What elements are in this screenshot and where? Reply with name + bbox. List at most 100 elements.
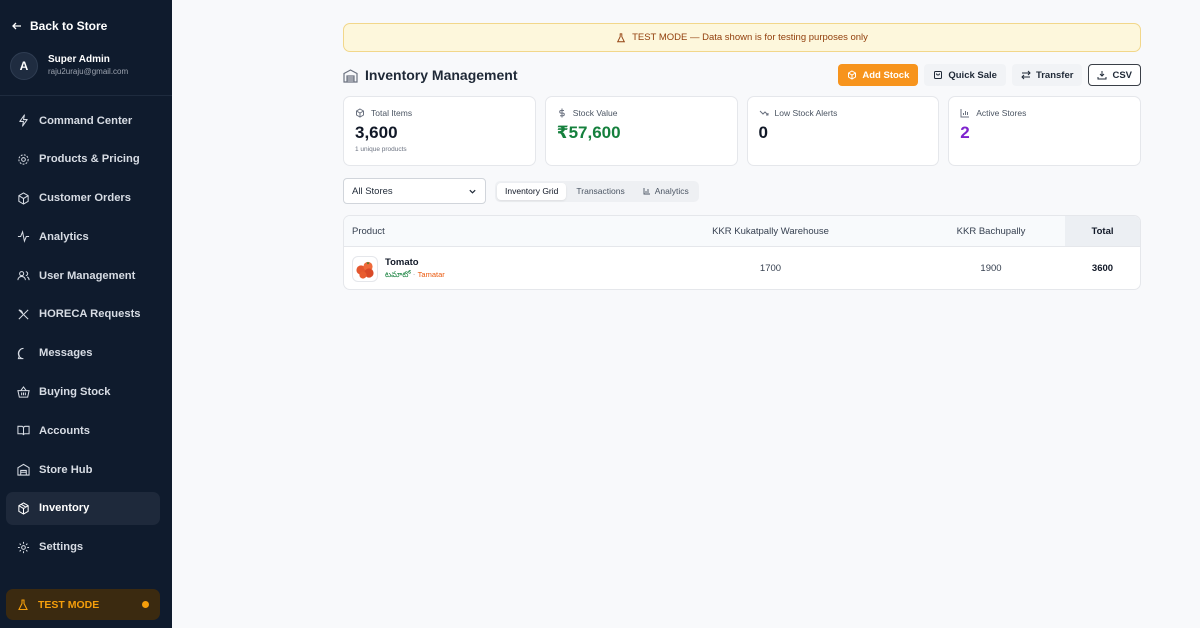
back-to-store-link[interactable]: Back to Store <box>12 17 107 35</box>
sidebar-item-label: Command Center <box>39 114 133 127</box>
stat-label-text: Active Stores <box>976 108 1027 118</box>
sidebar-item-label: Accounts <box>39 424 90 437</box>
page-title-text: Inventory Management <box>365 67 518 83</box>
sidebar-item-label: Inventory <box>39 502 90 515</box>
user-email: raju2uraju@gmail.com <box>48 67 129 76</box>
stat-card-active-stores: Active Stores 2 <box>948 96 1141 166</box>
tab-transactions[interactable]: Transactions <box>568 183 632 200</box>
warehouse-2-qty[interactable]: 1900 <box>917 247 1065 289</box>
transfer-label: Transfer <box>1035 69 1074 81</box>
product-cell: Tomato టమాటో · Tamatar <box>344 247 624 289</box>
gear-icon <box>18 154 29 165</box>
stat-card-stock-value: Stock Value ₹57,600 <box>544 96 738 166</box>
flask-icon <box>617 32 626 42</box>
sidebar-item-label: HORECA Requests <box>39 308 141 321</box>
sidebar-item-inventory[interactable]: Inventory <box>6 491 160 525</box>
cog-icon <box>17 541 30 553</box>
quick-sale-button[interactable]: Quick Sale <box>924 64 1006 86</box>
bar-chart-icon <box>643 188 650 195</box>
inventory-table: Product KKR Kukatpally Warehouse KKR Bac… <box>343 215 1141 290</box>
warehouse-1-qty[interactable]: 1700 <box>624 247 917 289</box>
stat-value: 3,600 <box>355 123 398 142</box>
sidebar-item-user-management[interactable]: User Management <box>6 259 160 292</box>
name-separator: · <box>412 270 416 279</box>
sidebar-item-label: Buying Stock <box>39 386 111 399</box>
filter-bar: All Stores Inventory Grid Transactions A… <box>343 178 699 204</box>
column-header-warehouse-1[interactable]: KKR Kukatpally Warehouse <box>624 216 917 246</box>
book-icon <box>17 426 30 436</box>
warehouse-icon <box>343 68 358 83</box>
sidebar-item-accounts[interactable]: Accounts <box>6 414 160 447</box>
dollar-icon <box>559 108 565 118</box>
product-hindi-name: Tamatar <box>417 270 445 279</box>
tomato-icon <box>356 261 374 279</box>
stat-label-text: Low Stock Alerts <box>774 108 838 118</box>
tab-label: Analytics <box>654 186 689 196</box>
sidebar-divider <box>0 95 172 96</box>
sidebar-item-label: Messages <box>39 347 93 360</box>
tab-label: Inventory Grid <box>505 186 559 196</box>
table-header: Product KKR Kukatpally Warehouse KKR Bac… <box>344 216 1140 247</box>
sidebar-item-command-center[interactable]: Command Center <box>6 104 160 137</box>
sidebar-item-horeca-requests[interactable]: HORECA Requests <box>6 298 160 331</box>
package-icon <box>18 502 29 515</box>
sidebar-item-analytics[interactable]: Analytics <box>6 220 160 253</box>
avatar: A <box>10 52 38 80</box>
arrow-left-icon <box>12 22 21 30</box>
sidebar-item-products-pricing[interactable]: Products & Pricing <box>6 143 160 176</box>
tab-inventory-grid[interactable]: Inventory Grid <box>497 182 567 200</box>
stat-label: Total Items <box>355 108 524 118</box>
sidebar-item-label: Customer Orders <box>39 192 132 205</box>
stat-label: Stock Value <box>557 108 726 118</box>
user-profile: A Super Admin raju2uraju@gmail.com <box>10 52 128 80</box>
csv-export-button[interactable]: CSV <box>1088 64 1141 86</box>
csv-label: CSV <box>1112 69 1132 81</box>
sidebar-item-label: Products & Pricing <box>39 153 140 166</box>
sidebar-item-store-hub[interactable]: Store Hub <box>6 453 160 486</box>
chevron-down-icon <box>469 189 476 194</box>
store-select-value: All Stores <box>352 185 393 197</box>
transfer-button[interactable]: Transfer <box>1011 64 1083 86</box>
sidebar-item-label: User Management <box>39 269 136 282</box>
download-icon <box>1097 71 1107 80</box>
table-row[interactable]: Tomato టమాటో · Tamatar 1700 1900 3600 <box>344 247 1140 289</box>
tab-label: Transactions <box>576 186 625 196</box>
bar-chart-icon <box>960 109 970 118</box>
stat-value: 2 <box>960 123 970 142</box>
stat-value: 0 <box>758 123 768 142</box>
stat-card-low-stock-alerts: Low Stock Alerts 0 <box>746 96 940 166</box>
trending-down-icon <box>759 110 768 116</box>
utensils-icon <box>18 309 29 320</box>
box-icon <box>18 191 29 205</box>
sidebar-item-label: Analytics <box>39 230 89 243</box>
tab-analytics[interactable]: Analytics <box>635 183 697 200</box>
sidebar-item-buying-stock[interactable]: Buying Stock <box>6 376 160 409</box>
page-title: Inventory Management <box>343 67 517 83</box>
sidebar-item-settings[interactable]: Settings <box>6 531 160 564</box>
back-to-store-label: Back to Store <box>30 19 108 33</box>
quick-sale-label: Quick Sale <box>948 69 997 81</box>
basket-icon <box>17 385 30 398</box>
cube-icon <box>356 108 364 118</box>
store-select[interactable]: All Stores <box>343 178 486 204</box>
column-header-total[interactable]: Total <box>1065 216 1140 246</box>
stat-value: ₹57,600 <box>556 123 621 142</box>
status-dot <box>142 601 149 608</box>
stats-cards: Total Items 3,600 1 unique products Stoc… <box>343 96 1141 166</box>
stat-label-text: Stock Value <box>572 108 618 118</box>
add-stock-button[interactable]: Add Stock <box>838 64 919 86</box>
column-header-warehouse-2[interactable]: KKR Bachupally <box>917 216 1065 246</box>
add-stock-label: Add Stock <box>862 69 910 81</box>
stat-label-text: Total Items <box>371 108 413 118</box>
column-header-product[interactable]: Product <box>344 216 624 246</box>
test-mode-label: TEST MODE <box>38 598 100 611</box>
sidebar-item-messages[interactable]: Messages <box>6 337 160 370</box>
lightning-icon <box>19 114 28 127</box>
stat-card-total-items: Total Items 3,600 1 unique products <box>343 96 536 166</box>
header-actions: Add Stock Quick Sale Transfer CSV <box>838 64 1141 86</box>
view-tabs: Inventory Grid Transactions Analytics <box>495 180 699 202</box>
stat-label: Active Stores <box>960 108 1129 118</box>
test-mode-indicator[interactable]: TEST MODE <box>6 589 160 620</box>
sidebar-item-customer-orders[interactable]: Customer Orders <box>6 182 160 215</box>
flask-icon <box>18 598 28 610</box>
